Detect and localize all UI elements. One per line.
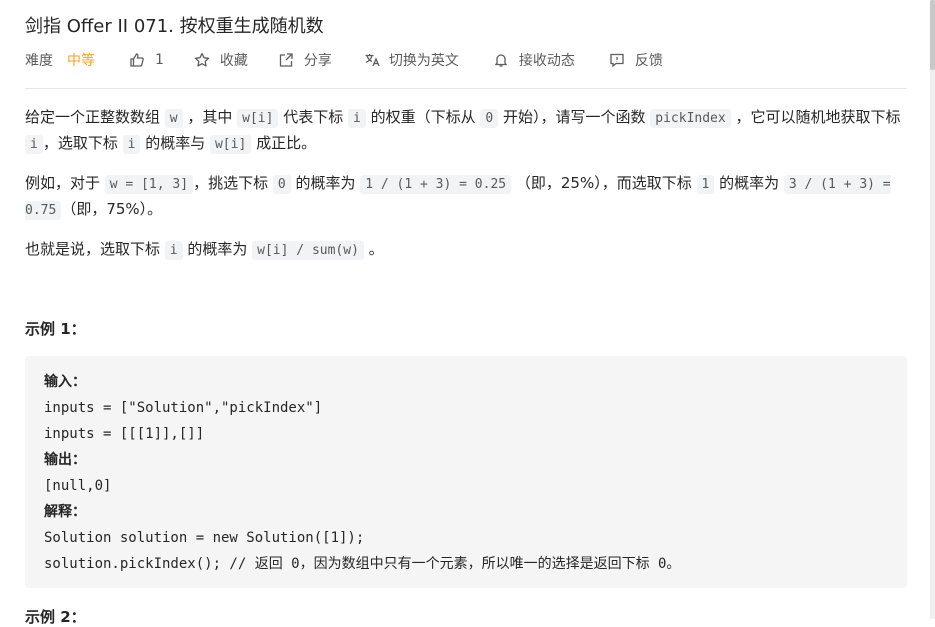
inline-code: w[i] (209, 135, 252, 154)
text: ，其中 (182, 108, 238, 126)
share-label: 分享 (303, 53, 332, 69)
text: ，选取下标 (42, 134, 123, 152)
subscribe-button[interactable]: 接收动态 (493, 50, 575, 70)
example-1-title: 示例 1： (25, 320, 86, 338)
output-label: 输出： (44, 452, 86, 468)
bell-icon (493, 52, 509, 68)
likes-count: 1 (155, 52, 164, 68)
inline-code: i (164, 241, 183, 260)
scrollbar-thumb[interactable] (930, 0, 935, 70)
header-divider (25, 88, 907, 89)
thumbs-up-icon (129, 52, 145, 68)
text: 也就是说，选取下标 (25, 240, 165, 258)
inline-code: i (25, 135, 43, 154)
text: ，挑选下标 (193, 174, 273, 192)
share-icon (278, 52, 294, 68)
example-2-title: 示例 2： (25, 608, 86, 626)
output-value: [null,0] (44, 478, 112, 494)
star-icon (194, 52, 210, 68)
text: 的概率与 (140, 134, 210, 152)
explain-line-1: Solution solution = new Solution([1]); (44, 530, 365, 546)
explain-label: 解释： (44, 504, 86, 520)
inline-code: i (122, 135, 141, 154)
text: 开始），请写一个函数 (498, 108, 651, 126)
inline-code: 1 / (1 + 3) = 0.25 (360, 175, 512, 194)
text: 的概率为 (290, 174, 361, 192)
text: 给定一个正整数数组 (25, 108, 165, 126)
description-paragraph-2: 例如，对于 w = [1, 3] ，挑选下标 0 的概率为 1 / (1 + 3)… (25, 171, 907, 223)
input-line-2: inputs = [[[1]],[]] (44, 426, 205, 442)
description-paragraph-1: 给定一个正整数数组 w ，其中 w[i] 代表下标 i 的权重（下标从 0 开始… (25, 105, 907, 157)
text: 例如，对于 (25, 174, 105, 192)
input-label: 输入： (44, 374, 86, 390)
text: （即，25%），而选取下标 (511, 174, 697, 192)
difficulty: 难度 中等 (25, 50, 95, 70)
inline-code: pickIndex (650, 109, 731, 128)
text: 成正比。 (251, 134, 317, 152)
text: 的权重（下标从 (365, 108, 481, 126)
feedback-icon (609, 52, 625, 68)
favorite-label: 收藏 (219, 53, 248, 69)
share-button[interactable]: 分享 (278, 50, 332, 70)
inline-code: 0 (480, 109, 499, 128)
scrollbar[interactable] (930, 0, 935, 619)
feedback-button[interactable]: 反馈 (609, 50, 663, 70)
text: （即，75%）。 (61, 200, 163, 218)
text: 。 (363, 240, 384, 258)
inline-code: i (348, 109, 366, 128)
like-button[interactable]: 1 (129, 52, 164, 68)
description-paragraph-3: 也就是说，选取下标 i 的概率为 w[i] / sum(w) 。 (25, 237, 907, 263)
text: ，它可以随机地获取下标 (730, 108, 901, 126)
subscribe-label: 接收动态 (518, 53, 575, 69)
inline-code: 1 (696, 175, 715, 194)
favorite-button[interactable]: 收藏 (194, 50, 248, 70)
inline-code: 0 (272, 175, 291, 194)
inline-code: w[i] (237, 109, 279, 128)
feedback-label: 反馈 (634, 53, 663, 69)
text: 的概率为 (182, 240, 253, 258)
text: 的概率为 (714, 174, 784, 192)
input-line-1: inputs = ["Solution","pickIndex"] (44, 400, 323, 416)
translate-icon (364, 52, 381, 68)
text: 代表下标 (278, 108, 349, 126)
inline-code: w (164, 109, 183, 128)
switch-language-button[interactable]: 切换为英文 (364, 50, 459, 70)
difficulty-value: 中等 (67, 53, 95, 69)
switch-language-label: 切换为英文 (388, 53, 459, 69)
problem-meta-bar: 难度 中等 1 收藏 分享 切换为英文 接收动态 反馈 (25, 48, 663, 72)
inline-code: w = [1, 3] (104, 175, 194, 194)
example-1-box: 输入： inputs = ["Solution","pickIndex"] in… (25, 356, 907, 588)
difficulty-label: 难度 (25, 53, 53, 69)
explain-line-2: solution.pickIndex(); // 返回 0，因为数组中只有一个元… (44, 556, 681, 572)
problem-title: 剑指 Offer II 071. 按权重生成随机数 (25, 16, 324, 37)
inline-code: w[i] / sum(w) (252, 241, 364, 260)
